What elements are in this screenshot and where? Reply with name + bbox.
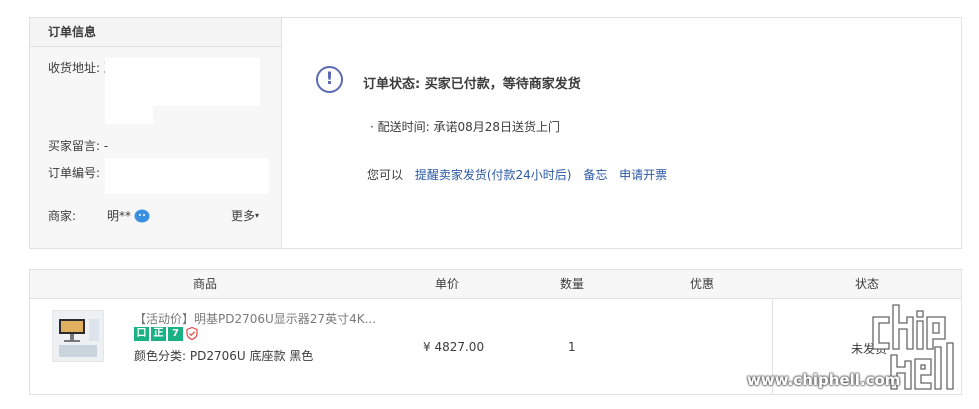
remind-seller-link[interactable]: 提醒卖家发货(付款24小时后) bbox=[415, 168, 572, 182]
order-number-label: 订单编号: bbox=[48, 166, 101, 180]
product-title-link[interactable]: 【活动价】明基PD2706U显示器27英寸4K... bbox=[134, 310, 376, 327]
message-row: 买家留言: - bbox=[48, 137, 108, 154]
chiphell-watermark: www.chiphell.com bbox=[747, 297, 967, 397]
merchant-row: 商家: 明** 更多▾ bbox=[48, 207, 263, 224]
column-header-quantity: 数量 bbox=[560, 277, 585, 291]
column-header-product: 商品 bbox=[193, 277, 218, 291]
order-info-header: 订单信息 bbox=[30, 18, 281, 47]
order-status-title: 订单状态: 买家已付款，等待商家发货 bbox=[363, 77, 581, 92]
message-label: 买家留言: bbox=[48, 139, 101, 153]
address-redacted-block-2 bbox=[105, 106, 153, 124]
column-header-status: 状态 bbox=[855, 277, 880, 291]
message-value: - bbox=[103, 139, 109, 153]
product-sku: 颜色分类: PD2706U 底座款 黑色 bbox=[134, 349, 314, 363]
memo-link[interactable]: 备忘 bbox=[583, 168, 607, 182]
more-button[interactable]: 更多▾ bbox=[231, 207, 259, 224]
wangwang-chat-icon[interactable] bbox=[134, 209, 150, 226]
order-number-redacted-block bbox=[105, 158, 269, 194]
order-number-row: 订单编号: bbox=[48, 164, 100, 181]
merchant-name[interactable]: 明** bbox=[107, 207, 131, 224]
shield-check-icon bbox=[186, 326, 198, 341]
order-box: 订单信息 收货地址: 冯向 买家留言: - 订单编号: 商家: 明** 更多▾ … bbox=[29, 17, 962, 249]
actions-prefix: 您可以 bbox=[367, 168, 404, 182]
column-header-discount: 优惠 bbox=[690, 277, 715, 291]
apply-invoice-link[interactable]: 申请开票 bbox=[619, 168, 667, 182]
product-thumbnail[interactable] bbox=[52, 310, 104, 362]
chevron-down-icon: ▾ bbox=[255, 211, 260, 220]
merchant-label: 商家: bbox=[48, 209, 77, 223]
badge-seven: 7 bbox=[168, 327, 183, 341]
more-label: 更多 bbox=[231, 209, 256, 223]
service-badges: 口正7 bbox=[134, 326, 198, 341]
delivery-time: · 配送时间: 承诺08月28日送货上门 bbox=[370, 120, 561, 134]
address-label: 收货地址: bbox=[48, 61, 101, 75]
badge-kou: 口 bbox=[134, 327, 149, 341]
badge-zheng: 正 bbox=[151, 327, 166, 341]
address-redacted-block bbox=[105, 58, 260, 106]
order-info-panel: 订单信息 收货地址: 冯向 买家留言: - 订单编号: 商家: 明** 更多▾ bbox=[30, 18, 282, 248]
column-header-price: 单价 bbox=[435, 277, 460, 291]
product-table-header: 商品 单价 数量 优惠 状态 bbox=[30, 270, 961, 299]
unit-price: ¥ 4827.00 bbox=[423, 340, 485, 354]
watermark-url: www.chiphell.com bbox=[747, 371, 901, 389]
quantity: 1 bbox=[568, 340, 576, 354]
order-status-panel: ! 订单状态: 买家已付款，等待商家发货 · 配送时间: 承诺08月28日送货上… bbox=[282, 18, 961, 248]
order-actions: 您可以 提醒卖家发货(付款24小时后) 备忘 申请开票 bbox=[367, 166, 667, 183]
exclamation-circle-icon: ! bbox=[316, 66, 343, 93]
